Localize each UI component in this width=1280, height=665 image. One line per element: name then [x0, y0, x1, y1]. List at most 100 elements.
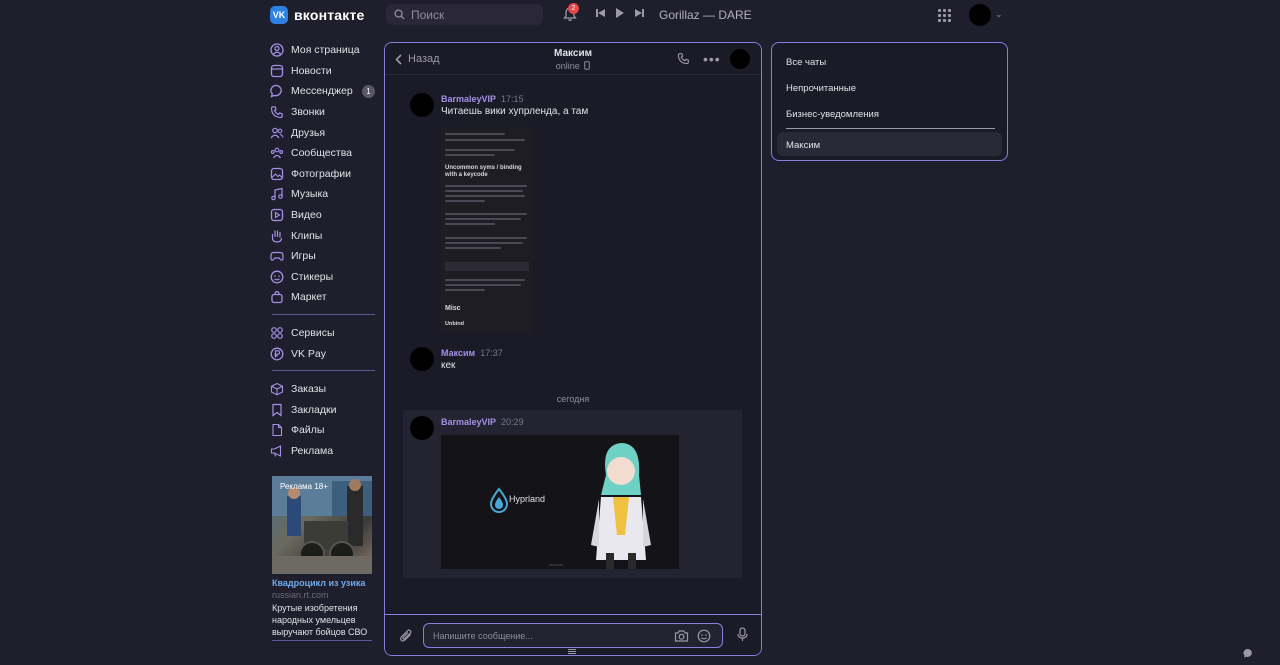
folder-all-chats[interactable]: Все чаты — [786, 57, 826, 68]
chevron-down-icon[interactable]: ⌄ — [995, 9, 1003, 20]
previous-track-icon[interactable] — [596, 8, 606, 18]
sidebar-item-label: Сервисы — [291, 327, 335, 340]
sidebar-item-vkpay[interactable]: VK Pay — [270, 343, 380, 364]
message-author[interactable]: Максим 17:37 — [441, 348, 503, 358]
music-icon — [271, 188, 283, 201]
sidebar-item-ads[interactable]: Реклама — [270, 441, 380, 462]
messenger-unread-badge: 1 — [362, 85, 375, 99]
ads-icon — [270, 445, 282, 457]
message-input[interactable]: Напишите сообщение... — [423, 623, 723, 648]
sidebar-item-messenger[interactable]: Мессенджер 1 — [270, 81, 380, 102]
vkpay-icon — [270, 347, 284, 361]
now-playing-track[interactable]: Gorillaz — DARE — [659, 8, 752, 22]
sidebar-divider — [272, 369, 375, 371]
screenshot-heading: Unbind — [445, 321, 464, 327]
sidebar-item-video[interactable]: Видео — [270, 205, 380, 226]
message-time: 20:29 — [501, 417, 524, 427]
message-avatar[interactable] — [410, 93, 434, 117]
sidebar-item-market[interactable]: Маркет — [270, 287, 380, 308]
ad-age-tag: Реклама 18+ — [280, 482, 328, 491]
sidebar-item-label: Игры — [291, 250, 316, 263]
ad-card[interactable]: Реклама 18+ Квадроцикл из узика russian.… — [272, 476, 372, 638]
sidebar-item-stickers[interactable]: Стикеры — [270, 267, 380, 288]
vk-logo-icon: VK — [270, 6, 288, 24]
sidebar-item-music[interactable]: Музыка — [270, 184, 380, 205]
microphone-icon[interactable] — [737, 627, 748, 642]
ad-image[interactable]: Реклама 18+ — [272, 476, 372, 574]
message-avatar[interactable] — [410, 416, 434, 440]
message-screenshot-image[interactable]: Uncommon syms / binding with a keycode M… — [441, 127, 533, 333]
emoji-icon[interactable] — [697, 629, 711, 643]
search-placeholder: Поиск — [411, 7, 445, 22]
sidebar-item-communities[interactable]: Сообщества — [270, 143, 380, 164]
top-bar: VK вконтакте Поиск 2 Gorillaz — DARE ⌄ — [0, 0, 1280, 30]
folder-unread[interactable]: Непрочитанные — [786, 83, 856, 94]
attach-icon[interactable] — [399, 628, 413, 643]
sidebar-item-calls[interactable]: Звонки — [270, 102, 380, 123]
contact-status-text: online — [555, 61, 580, 71]
message-text: кек — [441, 360, 456, 371]
camera-icon[interactable] — [674, 629, 689, 643]
communities-icon — [270, 147, 284, 159]
sidebar-item-clips[interactable]: Клипы — [270, 225, 380, 246]
message-time: 17:37 — [480, 348, 503, 358]
vk-logo[interactable]: VK вконтакте — [270, 6, 365, 24]
sidebar-item-label: Стикеры — [291, 270, 334, 283]
contact-avatar[interactable] — [730, 49, 750, 69]
ad-title[interactable]: Квадроцикл из узика — [272, 578, 372, 588]
sidebar-item-orders[interactable]: Заказы — [270, 379, 380, 400]
phone-icon — [270, 106, 283, 119]
sidebar-item-bookmarks[interactable]: Закладки — [270, 400, 380, 421]
sidebar-divider — [272, 313, 375, 315]
play-icon[interactable] — [615, 8, 625, 18]
folders-divider — [786, 128, 995, 129]
sidebar-item-friends[interactable]: Друзья — [270, 122, 380, 143]
sidebar-item-my-page[interactable]: Моя страница — [270, 40, 380, 61]
sidebar-item-label: Файлы — [291, 424, 325, 437]
sidebar-item-games[interactable]: Игры — [270, 246, 380, 267]
call-icon[interactable] — [677, 52, 690, 65]
ad-description: Крутые изобретения народных умельцев выр… — [272, 603, 368, 637]
video-icon — [270, 208, 284, 222]
sidebar-item-label: Фотографии — [291, 167, 352, 180]
next-track-icon[interactable] — [634, 8, 644, 18]
message-author[interactable]: BarmaleyVIP 20:29 — [441, 417, 524, 427]
sidebar-item-label: Маркет — [291, 291, 327, 304]
news-icon — [270, 64, 284, 78]
folder-active-chat[interactable]: Максим — [786, 140, 820, 151]
apps-grid-icon[interactable] — [938, 9, 951, 22]
sidebar-item-news[interactable]: Новости — [270, 61, 380, 82]
sidebar-item-label: Новости — [291, 64, 332, 77]
chat-bubble-icon[interactable] — [1243, 648, 1254, 659]
profile-avatar[interactable] — [969, 4, 991, 26]
folder-business-notifications[interactable]: Бизнес-уведомления — [786, 109, 879, 120]
hyprland-wallpaper — [489, 443, 651, 569]
sidebar-item-label: Клипы — [291, 229, 323, 242]
files-icon — [272, 424, 283, 437]
services-icon — [271, 327, 283, 339]
messenger-icon — [270, 85, 282, 99]
search-input[interactable]: Поиск — [386, 4, 543, 25]
hyprland-caption: Hyprland — [509, 494, 546, 504]
message-text: Читаешь вики хупрленда, а там — [441, 106, 589, 117]
mobile-icon — [584, 61, 591, 70]
message-time: 17:15 — [501, 94, 524, 104]
vk-logo-text: вконтакте — [294, 7, 365, 23]
left-sidebar: Моя страница Новости Мессенджер 1 Звонки… — [270, 40, 380, 461]
ad-divider — [272, 640, 372, 641]
sidebar-item-files[interactable]: Файлы — [270, 420, 380, 441]
date-separator: сегодня — [556, 394, 590, 404]
message-avatar[interactable] — [410, 347, 434, 371]
chat-folders-panel: Все чаты Непрочитанные Бизнес-уведомлени… — [771, 42, 1008, 161]
search-icon — [394, 9, 405, 20]
sidebar-item-label: Реклама — [291, 444, 334, 457]
notifications-badge: 2 — [568, 3, 579, 14]
sidebar-item-services[interactable]: Сервисы — [270, 323, 380, 344]
market-icon — [271, 291, 283, 304]
message-author[interactable]: BarmaleyVIP 17:15 — [441, 94, 524, 104]
message-hyprland-image[interactable]: Hyprland — [441, 435, 679, 569]
resize-handle[interactable] — [568, 649, 576, 655]
more-options-icon[interactable]: ••• — [703, 51, 721, 67]
chat-panel: Назад Максим online ••• BarmaleyVIP 17:15… — [384, 42, 762, 656]
sidebar-item-photos[interactable]: Фотографии — [270, 164, 380, 185]
